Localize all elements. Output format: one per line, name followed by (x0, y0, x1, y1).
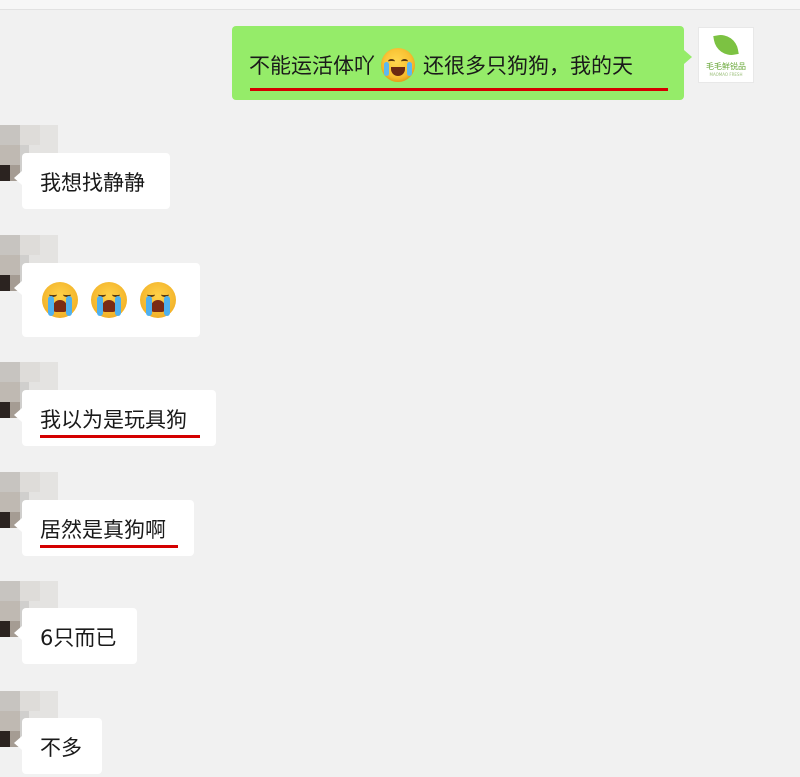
avatar-brand-text: 毛毛鲜锐品 (706, 62, 746, 71)
message-text-part: 还很多只狗狗，我的天 (423, 54, 633, 78)
bubble-tail (14, 626, 22, 640)
incoming-message-bubble[interactable]: 不多 (14, 718, 102, 774)
bubble-tail (14, 281, 22, 295)
bubble-tail (684, 50, 692, 64)
bubble-tail (14, 171, 22, 185)
avatar-subtitle-text: MAOMAO FRESH (709, 72, 743, 77)
incoming-message-bubble[interactable]: 我想找静静 (14, 153, 170, 209)
incoming-message-bubble[interactable]: 6只而已 (14, 608, 137, 664)
bubble-tail (14, 408, 22, 422)
outgoing-message-text: 不能运活体吖 还很多只狗狗，我的天 (249, 48, 633, 82)
crying-face-emoji-icon (91, 282, 127, 318)
incoming-message-text: 6只而已 (40, 626, 117, 650)
bubble-tail (14, 518, 22, 532)
leaf-logo-icon (713, 32, 739, 58)
red-underline (40, 545, 178, 548)
red-underline (40, 435, 200, 438)
incoming-message-text: 居然是真狗啊 (40, 518, 166, 542)
crying-face-emoji-icon (140, 282, 176, 318)
incoming-message-text: 我以为是玩具狗 (40, 408, 187, 432)
outgoing-message-bubble[interactable]: 不能运活体吖 还很多只狗狗，我的天 (232, 26, 692, 100)
top-divider (0, 0, 800, 10)
incoming-message-text: 我想找静静 (40, 171, 145, 195)
incoming-message-text: 不多 (40, 736, 82, 760)
laughing-crying-emoji-icon (381, 48, 415, 82)
incoming-message-bubble[interactable]: 居然是真狗啊 (14, 500, 194, 556)
bubble-tail (14, 736, 22, 750)
red-underline (250, 88, 668, 91)
incoming-emoji-bubble[interactable] (14, 263, 200, 337)
crying-face-emoji-icon (42, 282, 78, 318)
self-avatar[interactable]: 毛毛鲜锐品 MAOMAO FRESH (698, 27, 754, 83)
incoming-message-bubble[interactable]: 我以为是玩具狗 (14, 390, 216, 446)
message-text-part: 不能运活体吖 (249, 54, 375, 78)
